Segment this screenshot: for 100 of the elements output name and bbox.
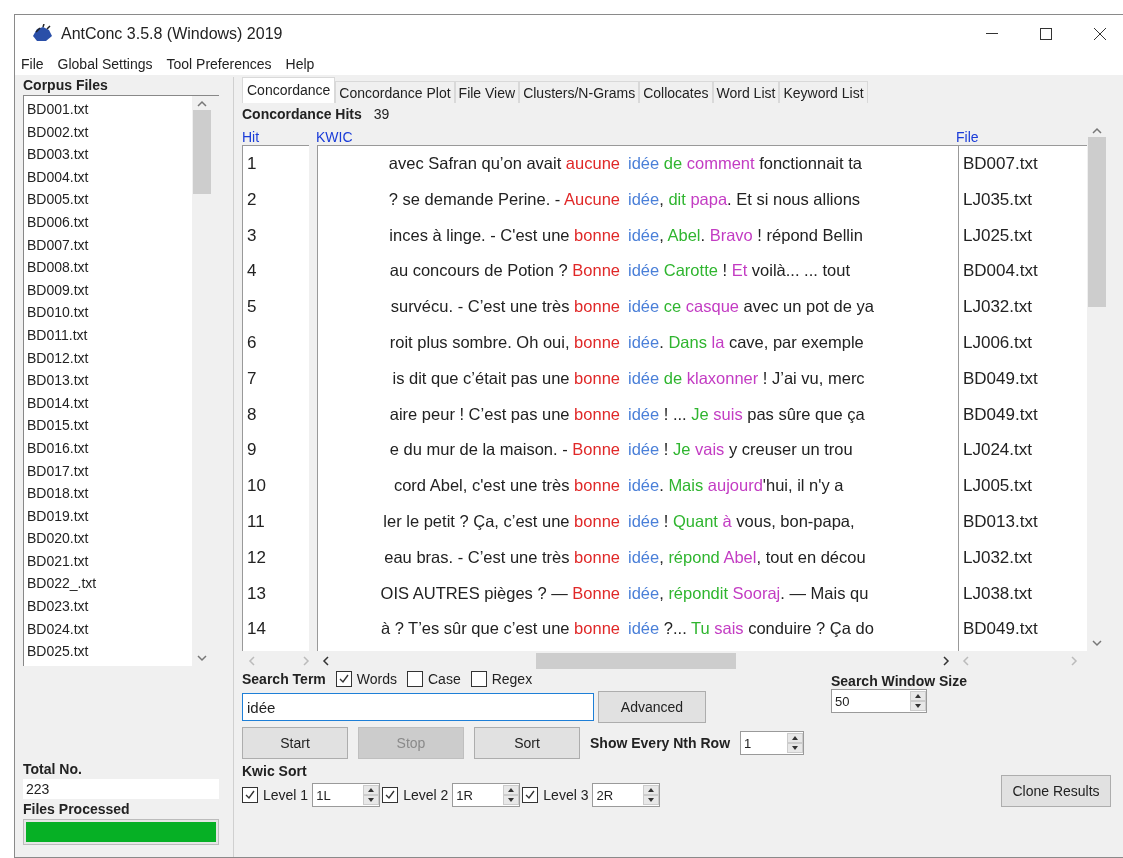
- scrollbar-thumb[interactable]: [1088, 137, 1106, 307]
- kwic-line: eau bras. - C’est une très bonne idée, répond Abel, tout en décou: [383, 546, 867, 568]
- spinner-arrows-icon[interactable]: [787, 733, 804, 753]
- column-header[interactable]: File: [956, 129, 1084, 145]
- scroll-down-icon[interactable]: [197, 654, 207, 662]
- tab[interactable]: Concordance: [242, 77, 336, 103]
- file-cell-text: LJ032.txt: [962, 296, 1033, 319]
- scroll-left-icon[interactable]: [322, 656, 330, 666]
- corpus-file-item[interactable]: BD021.txt: [24, 549, 192, 573]
- close-icon[interactable]: [1094, 28, 1106, 40]
- menu-item[interactable]: Help: [285, 56, 315, 72]
- corpus-file-item[interactable]: BD016.txt: [24, 436, 192, 460]
- corpus-file-item[interactable]: BD008.txt: [24, 256, 192, 279]
- corpus-file-item[interactable]: BD007.txt: [24, 233, 192, 257]
- corpus-file-item[interactable]: BD025.txt: [24, 640, 192, 663]
- corpus-file-item[interactable]: BD017.txt: [24, 459, 192, 483]
- corpus-file-item[interactable]: BD006.txt: [24, 210, 192, 234]
- sort-level-spinner[interactable]: 1R: [452, 783, 521, 807]
- checkbox[interactable]: [242, 787, 258, 803]
- corpus-file-item[interactable]: BD019.txt: [24, 504, 192, 528]
- corpus-file-item[interactable]: BD005.txt: [24, 188, 192, 211]
- file-cell-text: LJ006.txt: [962, 332, 1033, 354]
- scroll-up-icon[interactable]: [1092, 127, 1102, 135]
- minimize-icon[interactable]: [986, 33, 998, 35]
- tab[interactable]: Collocates: [639, 81, 713, 103]
- search-term-label: Search Term: [242, 671, 326, 687]
- corpus-file-item[interactable]: BD012.txt: [24, 346, 192, 370]
- advanced-button[interactable]: Advanced: [598, 691, 706, 723]
- file-cell-text: LJ005.txt: [962, 475, 1033, 498]
- scroll-right-icon[interactable]: [942, 656, 950, 666]
- hits-count: 39: [373, 106, 390, 122]
- corpus-file-item[interactable]: BD020.txt: [24, 527, 192, 550]
- menu-item[interactable]: Tool Preferences: [166, 56, 272, 72]
- checkbox[interactable]: [522, 787, 539, 803]
- checkbox[interactable]: [335, 671, 352, 687]
- file-cell-text: LJ035.txt: [962, 188, 1033, 211]
- clone-results-button[interactable]: Clone Results: [1001, 775, 1111, 807]
- kwic-line: ler le petit ? Ça, c’est une bonne idée ! Quant à vous, bon-papa,: [382, 510, 856, 532]
- file-cell-text: BD049.txt: [962, 367, 1039, 390]
- spinner-arrows-icon[interactable]: [363, 785, 380, 805]
- corpus-file-item[interactable]: BD018.txt: [24, 482, 192, 505]
- tab[interactable]: Clusters/N-Grams: [519, 81, 640, 103]
- spinner-arrows-icon[interactable]: [503, 785, 520, 805]
- corpus-file-item[interactable]: BD010.txt: [24, 301, 192, 324]
- kwic-line: e du mur de la maison. - Bonne idée ! Je vais y creuser un trou: [388, 439, 854, 461]
- corpus-file-item[interactable]: BD002.txt: [24, 120, 192, 144]
- action-button[interactable]: Start: [242, 727, 348, 759]
- corpus-file-item[interactable]: BD023.txt: [24, 595, 192, 618]
- corpus-file-item[interactable]: BD009.txt: [24, 278, 192, 302]
- option-label: Regex: [491, 671, 533, 687]
- scrollbar-thumb[interactable]: [193, 110, 211, 194]
- file-cell-text: LJ038.txt: [962, 582, 1033, 605]
- file-cell-text: LJ025.txt: [962, 224, 1033, 247]
- checkbox[interactable]: [407, 671, 423, 687]
- total-label: Total No.: [23, 761, 83, 777]
- hit-number: 13: [246, 582, 267, 605]
- files-processed-label: Files Processed: [23, 801, 131, 817]
- kwic-line: survécu. - C’est une très bonne idée ce casque avec un pot de ya: [389, 296, 875, 318]
- corpus-file-item[interactable]: BD024.txt: [24, 617, 192, 641]
- tab[interactable]: Word List: [712, 81, 780, 103]
- menu-item[interactable]: Global Settings: [57, 56, 153, 72]
- search-field[interactable]: idée: [242, 693, 594, 721]
- sort-level-spinner[interactable]: 1L: [312, 783, 381, 807]
- tab[interactable]: Concordance Plot: [335, 81, 455, 103]
- tab[interactable]: File View: [454, 81, 520, 103]
- corpus-file-item[interactable]: BD003.txt: [24, 143, 192, 166]
- corpus-file-item[interactable]: BD013.txt: [24, 369, 192, 392]
- nth-row-spinner[interactable]: 1: [740, 731, 805, 755]
- corpus-file-item[interactable]: BD001.txt: [24, 98, 192, 121]
- hit-number: 1: [246, 153, 258, 175]
- kwic-line: inces à linge. - C'est une bonne idée, Abel. Bravo ! répond Bellin: [388, 224, 864, 246]
- spinner-arrows-icon[interactable]: [910, 691, 926, 711]
- corpus-file-item[interactable]: BD004.txt: [24, 165, 192, 189]
- corpus-file-item[interactable]: BD014.txt: [24, 391, 192, 415]
- corpus-file-item[interactable]: BD011.txt: [24, 323, 192, 347]
- kwic-line: aire peur ! C’est pas une bonne idée ! ... Je suis pas sûre que ça: [388, 403, 866, 425]
- window-size-spinner[interactable]: 50: [831, 689, 927, 713]
- spinner-arrows-icon[interactable]: [643, 785, 660, 805]
- sort-level-spinner[interactable]: 2R: [592, 783, 661, 807]
- scroll-up-icon[interactable]: [197, 100, 207, 108]
- file-cell-text: LJ024.txt: [962, 439, 1033, 462]
- hit-number: 14: [246, 618, 267, 641]
- checkbox[interactable]: [382, 787, 399, 803]
- hit-number: 4: [246, 260, 258, 283]
- scroll-down-icon[interactable]: [1092, 639, 1102, 647]
- scrollbar-thumb[interactable]: [536, 653, 736, 669]
- corpus-file-item[interactable]: BD015.txt: [24, 414, 192, 437]
- maximize-icon[interactable]: [1040, 28, 1052, 40]
- checkbox[interactable]: [470, 671, 487, 687]
- action-button[interactable]: Sort: [474, 727, 580, 759]
- menu-item[interactable]: File: [21, 56, 44, 72]
- level-label: Level 2: [403, 787, 449, 803]
- level-label: Level 3: [543, 787, 589, 803]
- tab[interactable]: Keyword List: [779, 81, 868, 103]
- corpus-file-item[interactable]: BD022_.txt: [24, 572, 192, 596]
- column-header[interactable]: KWIC: [316, 129, 956, 145]
- nth-row-label: Show Every Nth Row: [590, 735, 731, 751]
- hit-number: 8: [246, 403, 258, 426]
- hit-number: 10: [246, 475, 267, 498]
- column-header[interactable]: Hit: [242, 129, 316, 145]
